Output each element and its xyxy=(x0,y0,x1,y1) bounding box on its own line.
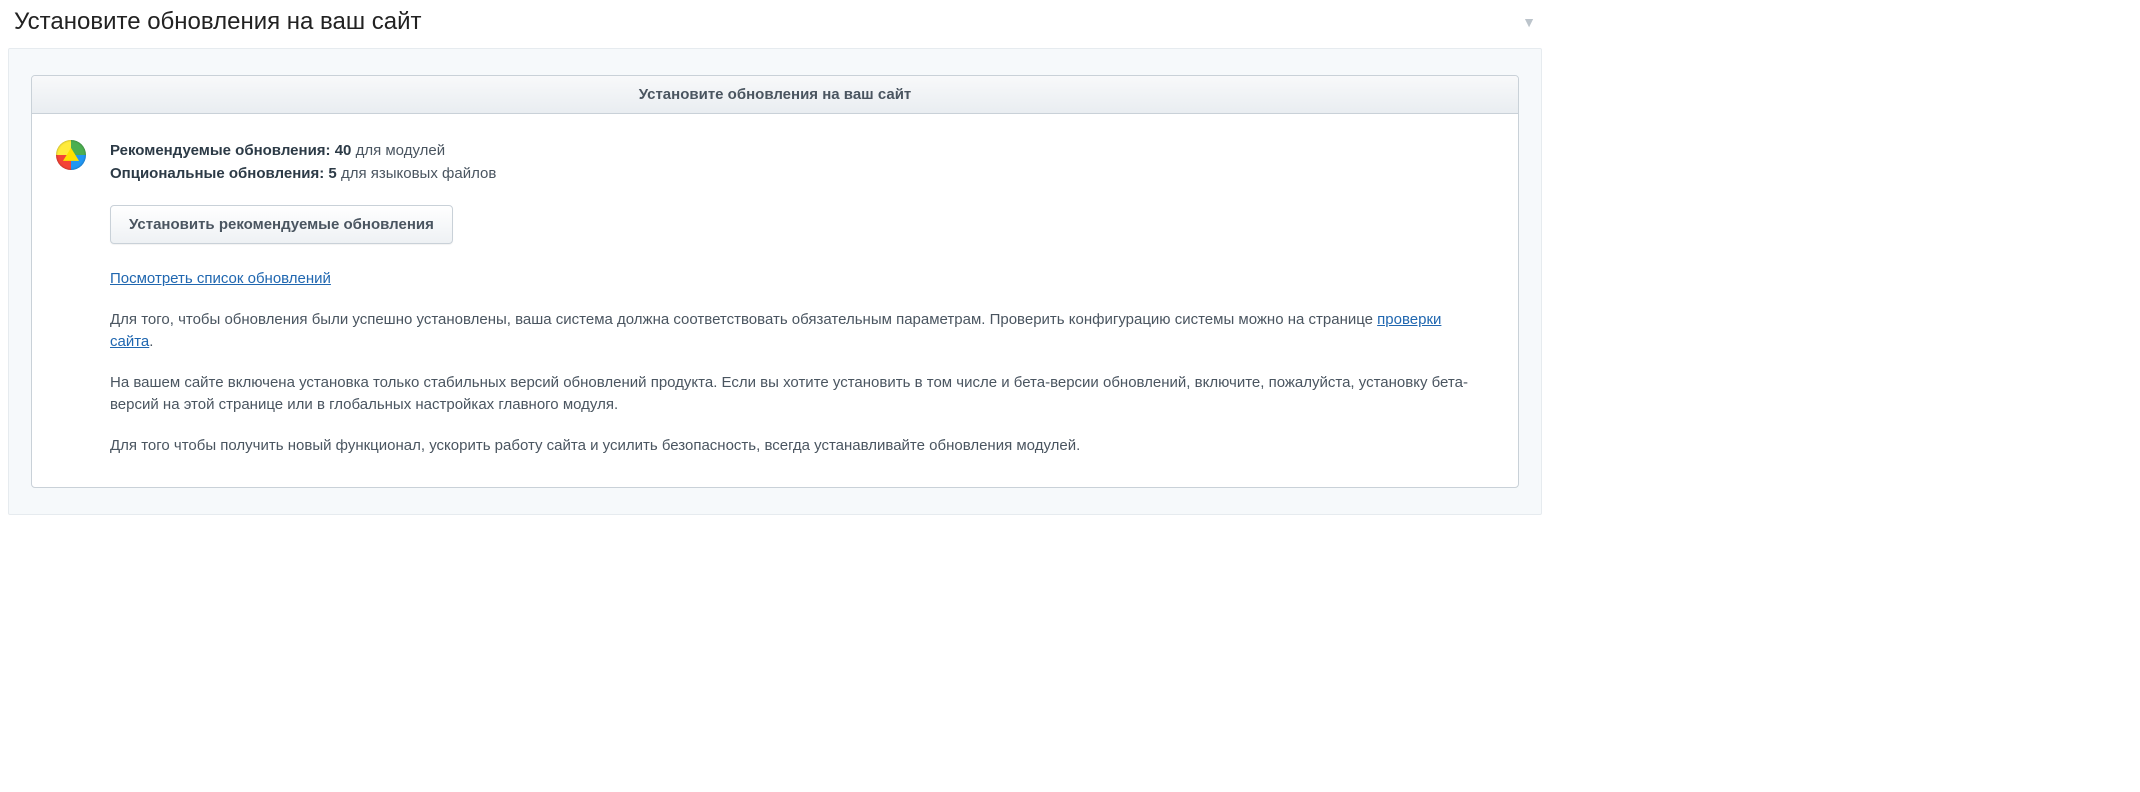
optional-suffix: для языковых файлов xyxy=(341,165,496,182)
collapse-icon[interactable]: ▼ xyxy=(1522,14,1536,30)
para-config: Для того, чтобы обновления были успешно … xyxy=(110,309,1488,354)
optional-updates-line: Опциональные обновления: 5 для языковых … xyxy=(110,163,1488,186)
view-list-line: Посмотреть список обновлений xyxy=(110,268,1488,291)
recommended-label: Рекомендуемые обновления: xyxy=(110,142,331,159)
panel-content: Рекомендуемые обновления: 40 для модулей… xyxy=(110,140,1488,457)
optional-label: Опциональные обновления: xyxy=(110,165,324,182)
para-config-b: . xyxy=(149,333,153,350)
panel-body: Рекомендуемые обновления: 40 для модулей… xyxy=(32,114,1518,487)
install-recommended-button[interactable]: Установить рекомендуемые обновления xyxy=(110,205,453,244)
recommended-count: 40 xyxy=(335,142,352,159)
optional-count: 5 xyxy=(328,165,336,182)
para-beta: На вашем сайте включена установка только… xyxy=(110,372,1488,417)
view-updates-link[interactable]: Посмотреть список обновлений xyxy=(110,270,331,287)
update-icon xyxy=(56,140,86,170)
page-title: Установите обновления на ваш сайт xyxy=(14,8,422,36)
panel-header: Установите обновления на ваш сайт xyxy=(32,76,1518,114)
para-config-a: Для того, чтобы обновления были успешно … xyxy=(110,311,1377,328)
page-title-row: Установите обновления на ваш сайт ▼ xyxy=(0,0,1550,48)
outer-panel: Установите обновления на ваш сайт Рекоме… xyxy=(8,48,1542,515)
recommended-suffix: для модулей xyxy=(356,142,446,159)
recommended-updates-line: Рекомендуемые обновления: 40 для модулей xyxy=(110,140,1488,163)
para-recommend: Для того чтобы получить новый функционал… xyxy=(110,435,1488,458)
updates-panel: Установите обновления на ваш сайт Рекоме… xyxy=(31,75,1519,488)
